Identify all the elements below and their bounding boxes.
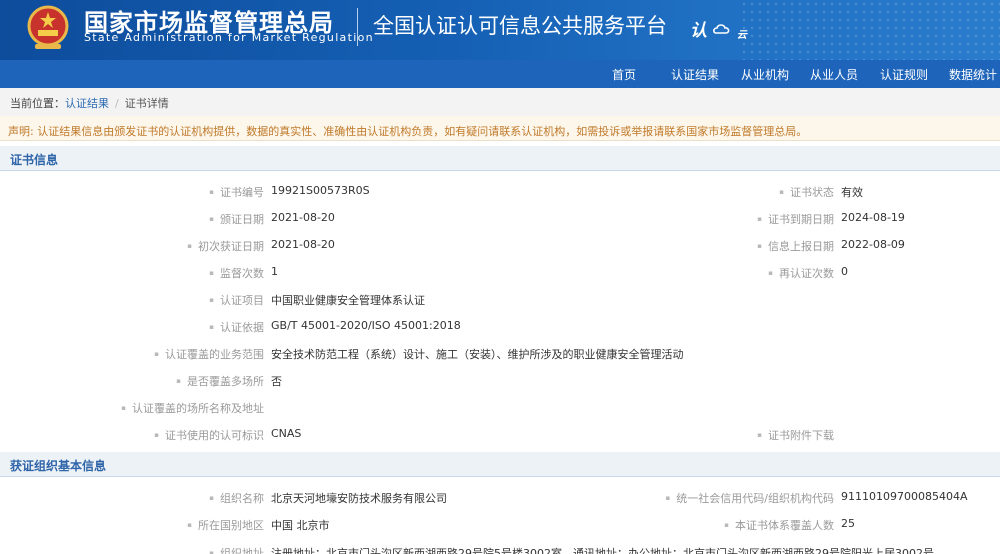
breadcrumb: 当前位置：认证结果 / 证书详情 xyxy=(0,88,1000,116)
business-scope-label: 认证覆盖的业务范围 xyxy=(154,346,264,362)
nav-cert-rules[interactable]: 认证规则 xyxy=(880,66,928,83)
attachment-download-label[interactable]: 证书附件下载 xyxy=(757,427,834,443)
cert-basis-label: 认证依据 xyxy=(209,319,264,335)
header-dot-pattern xyxy=(740,0,1000,60)
region-value: 中国 北京市 xyxy=(271,519,330,532)
credit-code-value: 91110109700085404A xyxy=(841,490,968,503)
cert-number-value: 19921S00573R0S xyxy=(271,184,370,197)
section-cert-info-title: 证书信息 xyxy=(0,146,1000,171)
cert-basis-value: GB/T 45001-2020/ISO 45001:2018 xyxy=(271,319,461,332)
issue-date-value: 2021-08-20 xyxy=(271,211,335,224)
logo-mark-char: 认 xyxy=(690,21,707,41)
org-address-value: 注册地址：北京市门头沟区新西湖西路29号院5号楼3002室，通讯地址：办公地址：… xyxy=(271,547,934,554)
nav-personnel[interactable]: 从业人员 xyxy=(810,66,858,83)
platform-logo: 认 云 xyxy=(690,16,747,41)
report-date-value: 2022-08-09 xyxy=(841,238,905,251)
logo-suffix: 云 xyxy=(736,30,747,41)
cert-status-value: 有效 xyxy=(841,186,863,199)
first-cert-date-label: 初次获证日期 xyxy=(187,238,264,254)
platform-title: 全国认证认可信息公共服务平台 xyxy=(373,14,667,38)
org-name-value: 北京天河地壕安防技术服务有限公司 xyxy=(271,492,447,505)
org-row: 组织名称 北京天河地壕安防技术服务有限公司 统一社会信用代码/组织机构代码 91… xyxy=(0,485,1000,512)
breadcrumb-current: 证书详情 xyxy=(124,97,169,110)
cert-row: 认证覆盖的业务范围 安全技术防范工程（系统）设计、施工（安装）、维护所涉及的职业… xyxy=(0,341,1000,368)
breadcrumb-link-results[interactable]: 认证结果 xyxy=(65,97,109,110)
cert-number-label: 证书编号 xyxy=(209,184,264,200)
org-row: 组织地址 注册地址：北京市门头沟区新西湖西路29号院5号楼3002室，通讯地址：… xyxy=(0,540,1000,554)
org-address-label: 组织地址 xyxy=(209,545,264,554)
logo-cloud-icon xyxy=(712,24,730,34)
breadcrumb-label: 当前位置： xyxy=(10,97,65,110)
disclaimer-notice: 声明: 认证结果信息由颁发证书的认证机构提供，数据的真实性、准确性由认证机构负责… xyxy=(0,116,1000,141)
cert-row: 认证依据 GB/T 45001-2020/ISO 45001:2018 xyxy=(0,314,1000,341)
org-row: 所在国别地区 中国 北京市 本证书体系覆盖人数 25 xyxy=(0,512,1000,539)
supervision-count-value: 1 xyxy=(271,265,278,278)
supervision-count-label: 监督次数 xyxy=(209,265,264,281)
cert-row: 是否覆盖多场所 否 xyxy=(0,368,1000,395)
multi-site-value: 否 xyxy=(271,375,282,388)
cert-row: 颁证日期 2021-08-20 证书到期日期 2024-08-19 xyxy=(0,206,1000,233)
first-cert-date-value: 2021-08-20 xyxy=(271,238,335,251)
business-scope-value: 安全技术防范工程（系统）设计、施工（安装）、维护所涉及的职业健康安全管理活动 xyxy=(271,348,684,361)
cert-row: 证书使用的认可标识 CNAS 证书附件下载 xyxy=(0,422,1000,449)
recert-count-value: 0 xyxy=(841,265,848,278)
cert-row: 认证项目 中国职业健康安全管理体系认证 xyxy=(0,287,1000,314)
nav-statistics[interactable]: 数据统计 xyxy=(949,66,997,83)
report-date-label: 信息上报日期 xyxy=(757,238,834,254)
cert-row: 证书编号 19921S00573R0S 证书状态 有效 xyxy=(0,179,1000,206)
expiry-date-label: 证书到期日期 xyxy=(757,211,834,227)
cert-row: 监督次数 1 再认证次数 0 xyxy=(0,260,1000,287)
nav-institutions[interactable]: 从业机构 xyxy=(741,66,789,83)
org-name-en: State Administration for Market Regulati… xyxy=(84,31,374,44)
recert-count-label: 再认证次数 xyxy=(768,265,834,281)
nav-cert-results[interactable]: 认证结果 xyxy=(671,66,719,83)
main-nav: 首页 认证结果 从业机构 从业人员 认证规则 数据统计 xyxy=(0,60,1000,88)
breadcrumb-separator: / xyxy=(115,97,119,110)
expiry-date-value: 2024-08-19 xyxy=(841,211,905,224)
cert-row: 认证覆盖的场所名称及地址 xyxy=(0,395,1000,422)
issue-date-label: 颁证日期 xyxy=(209,211,264,227)
accreditation-mark-value: CNAS xyxy=(271,427,302,440)
cert-row: 初次获证日期 2021-08-20 信息上报日期 2022-08-09 xyxy=(0,233,1000,260)
org-name-label: 组织名称 xyxy=(209,490,264,506)
cert-status-label: 证书状态 xyxy=(779,184,834,200)
cert-project-label: 认证项目 xyxy=(209,292,264,308)
region-label: 所在国别地区 xyxy=(187,517,264,533)
sites-address-label: 认证覆盖的场所名称及地址 xyxy=(121,400,264,416)
site-header: 国家市场监督管理总局 State Administration for Mark… xyxy=(0,0,1000,60)
nav-home[interactable]: 首页 xyxy=(612,66,636,83)
covered-people-label: 本证书体系覆盖人数 xyxy=(724,517,834,533)
accreditation-mark-label: 证书使用的认可标识 xyxy=(154,427,264,443)
header-divider xyxy=(357,8,358,46)
covered-people-value: 25 xyxy=(841,517,855,530)
national-emblem-icon xyxy=(27,5,69,49)
cert-project-value: 中国职业健康安全管理体系认证 xyxy=(271,294,425,307)
credit-code-label: 统一社会信用代码/组织机构代码 xyxy=(666,490,834,506)
section-org-info-title: 获证组织基本信息 xyxy=(0,452,1000,477)
multi-site-label: 是否覆盖多场所 xyxy=(176,373,264,389)
